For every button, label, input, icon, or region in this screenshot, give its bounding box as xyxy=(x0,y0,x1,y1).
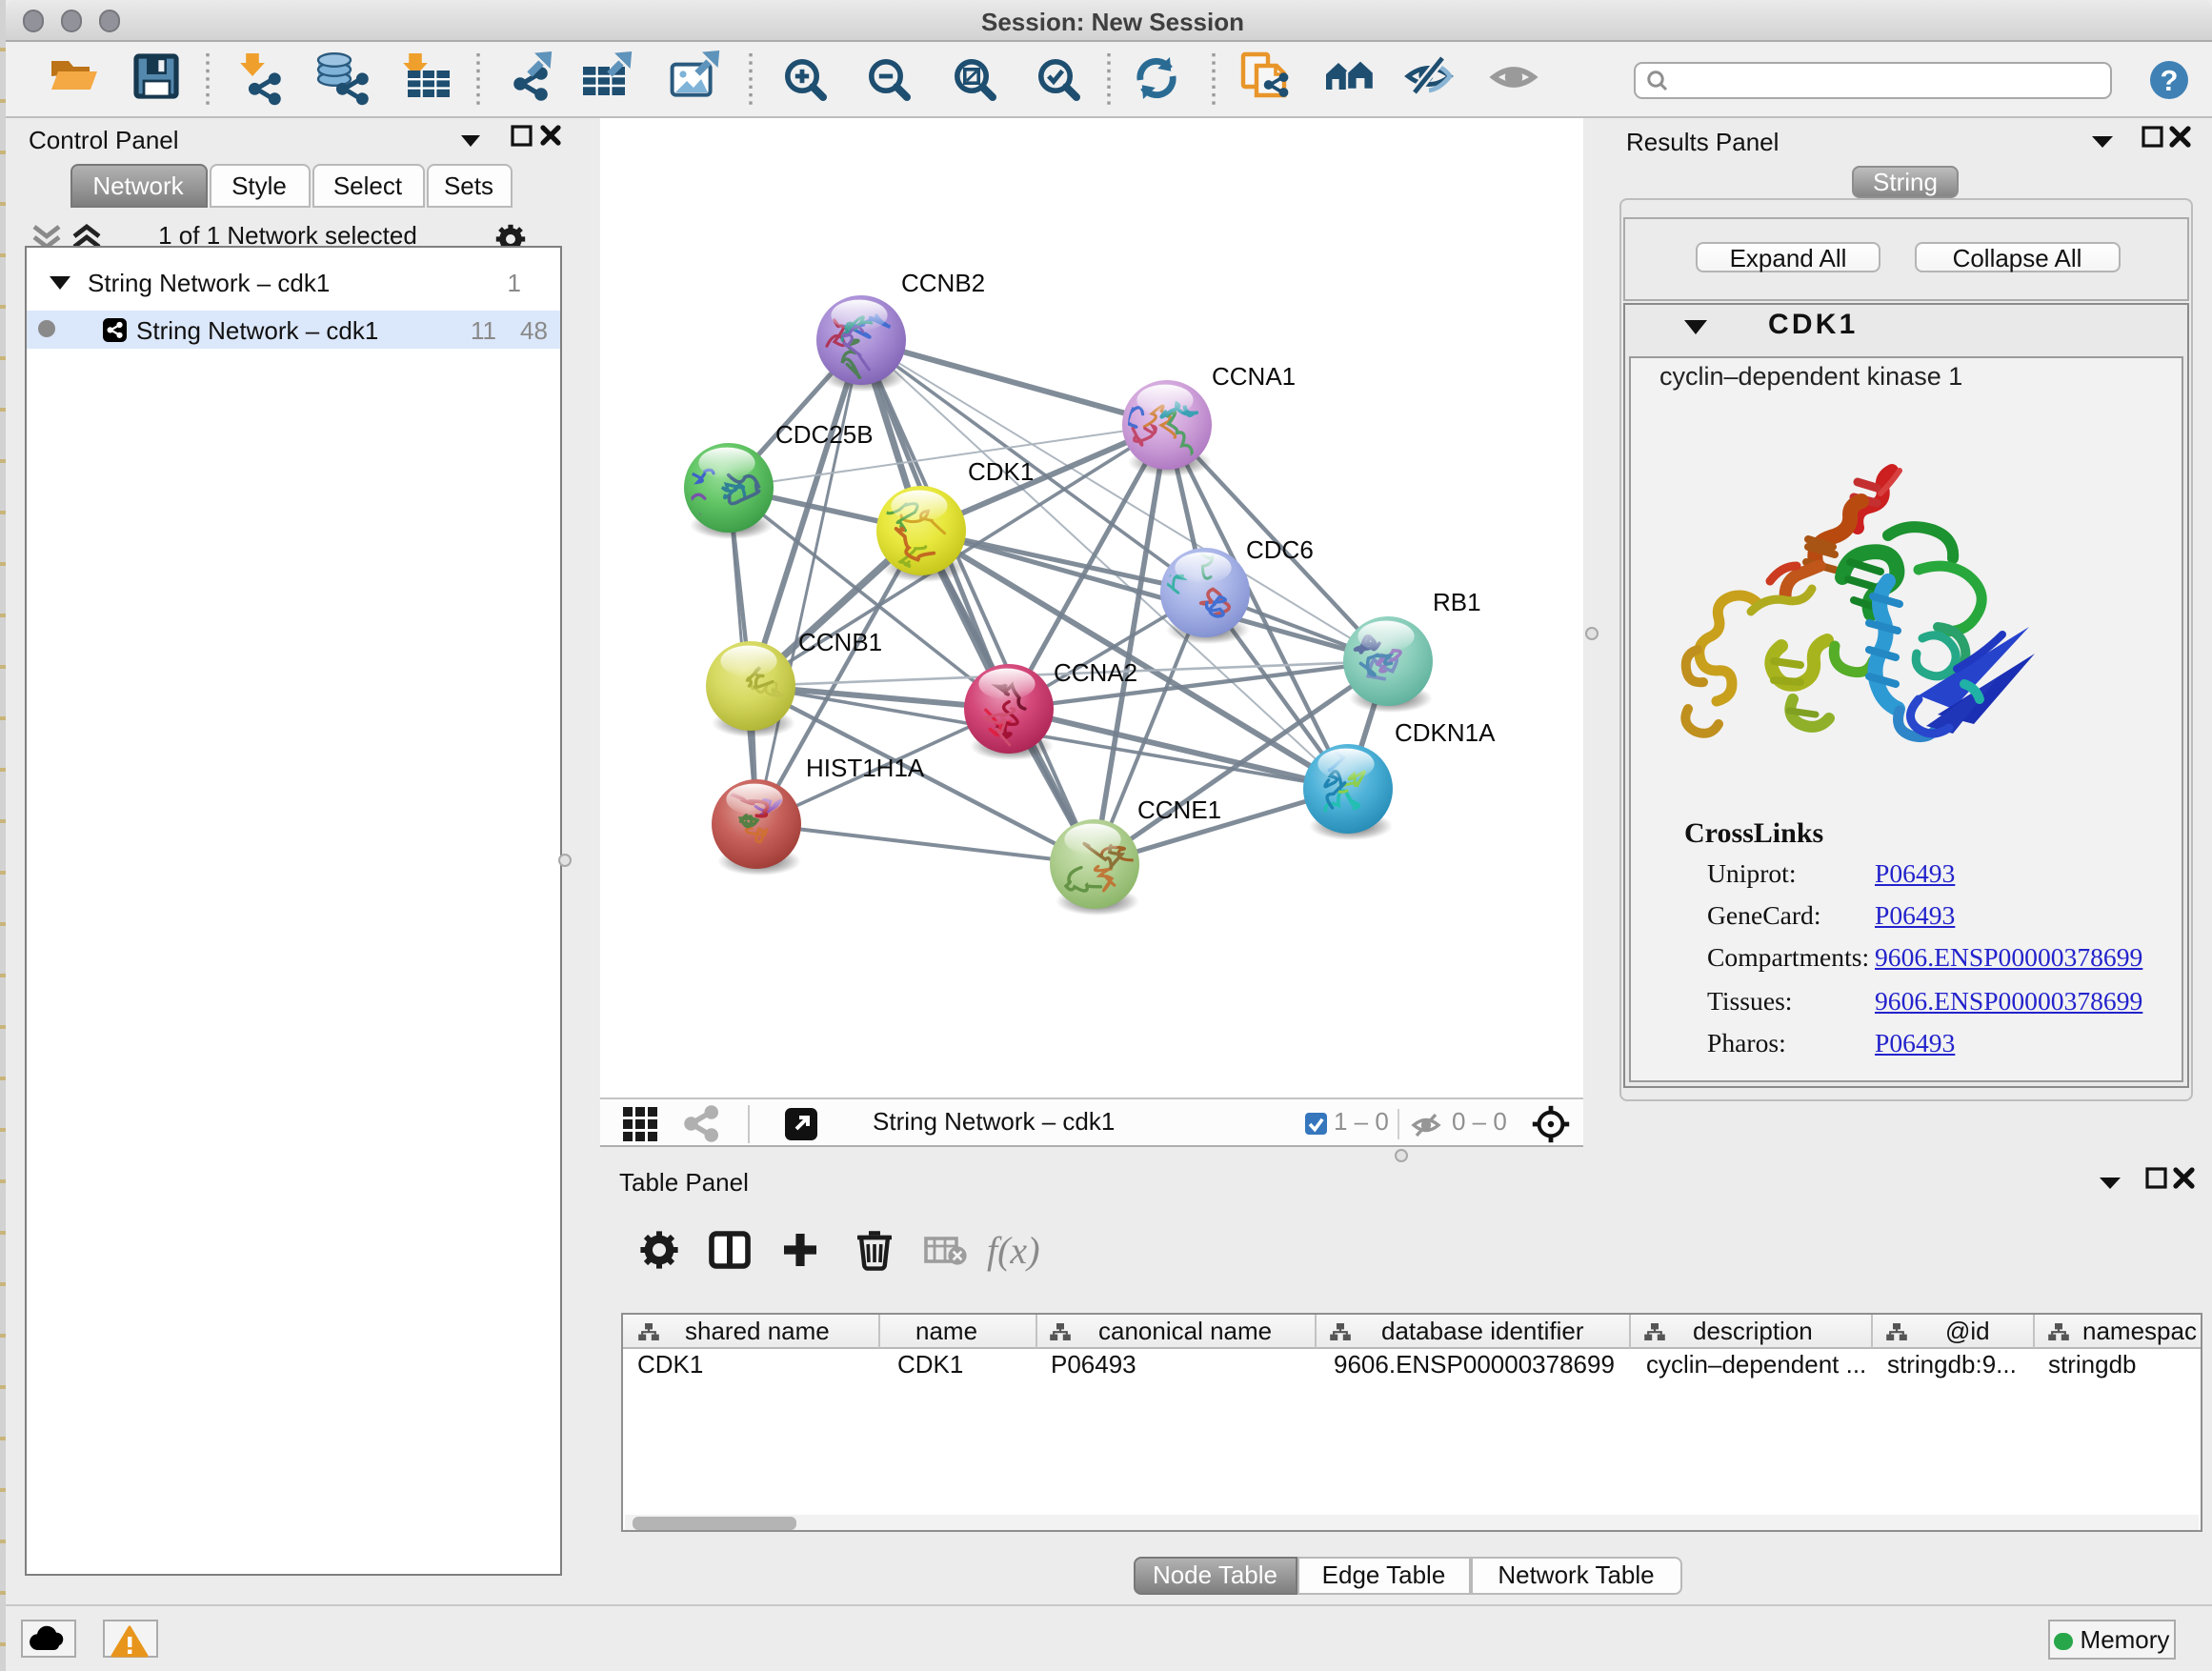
svg-text:f(x): f(x) xyxy=(987,1229,1040,1272)
svg-text:name: name xyxy=(915,1317,976,1345)
svg-text:9606.ENSP00000378699: 9606.ENSP00000378699 xyxy=(1333,1350,1614,1379)
svg-text:0 – 0: 0 – 0 xyxy=(1452,1106,1507,1135)
svg-text:namespac: namespac xyxy=(2081,1317,2196,1345)
svg-text:canonical name: canonical name xyxy=(1097,1317,1271,1345)
svg-text:String Network – cdk1: String Network – cdk1 xyxy=(873,1106,1115,1135)
svg-text:CDK1: CDK1 xyxy=(968,457,1034,486)
svg-text:CCNA1: CCNA1 xyxy=(1212,362,1296,391)
svg-text:CCNB2: CCNB2 xyxy=(901,269,985,297)
svg-text:P06493: P06493 xyxy=(1050,1350,1136,1379)
svg-text:CCNE1: CCNE1 xyxy=(1137,795,1221,824)
svg-text:1 – 0: 1 – 0 xyxy=(1334,1106,1389,1135)
svg-text:CCNB1: CCNB1 xyxy=(798,628,882,656)
svg-text:CDC25B: CDC25B xyxy=(775,420,874,449)
svg-text:CDC6: CDC6 xyxy=(1246,535,1314,564)
svg-text:CDKN1A: CDKN1A xyxy=(1395,718,1496,747)
svg-text:CDK1: CDK1 xyxy=(896,1350,962,1379)
svg-text:RB1: RB1 xyxy=(1433,588,1481,616)
svg-text:stringdb: stringdb xyxy=(2047,1350,2136,1379)
svg-text:CCNA2: CCNA2 xyxy=(1054,658,1137,687)
svg-text:shared name: shared name xyxy=(684,1317,829,1345)
svg-text:database identifier: database identifier xyxy=(1380,1317,1583,1345)
svg-text:cyclin–dependent ...: cyclin–dependent ... xyxy=(1645,1350,1865,1379)
svg-text:HIST1H1A: HIST1H1A xyxy=(806,754,925,782)
svg-text:@id: @id xyxy=(1944,1317,1989,1345)
svg-text:stringdb:9...: stringdb:9... xyxy=(1886,1350,2016,1379)
svg-text:description: description xyxy=(1692,1317,1812,1345)
svg-text:?: ? xyxy=(2161,64,2179,97)
svg-text:CDK1: CDK1 xyxy=(636,1350,702,1379)
